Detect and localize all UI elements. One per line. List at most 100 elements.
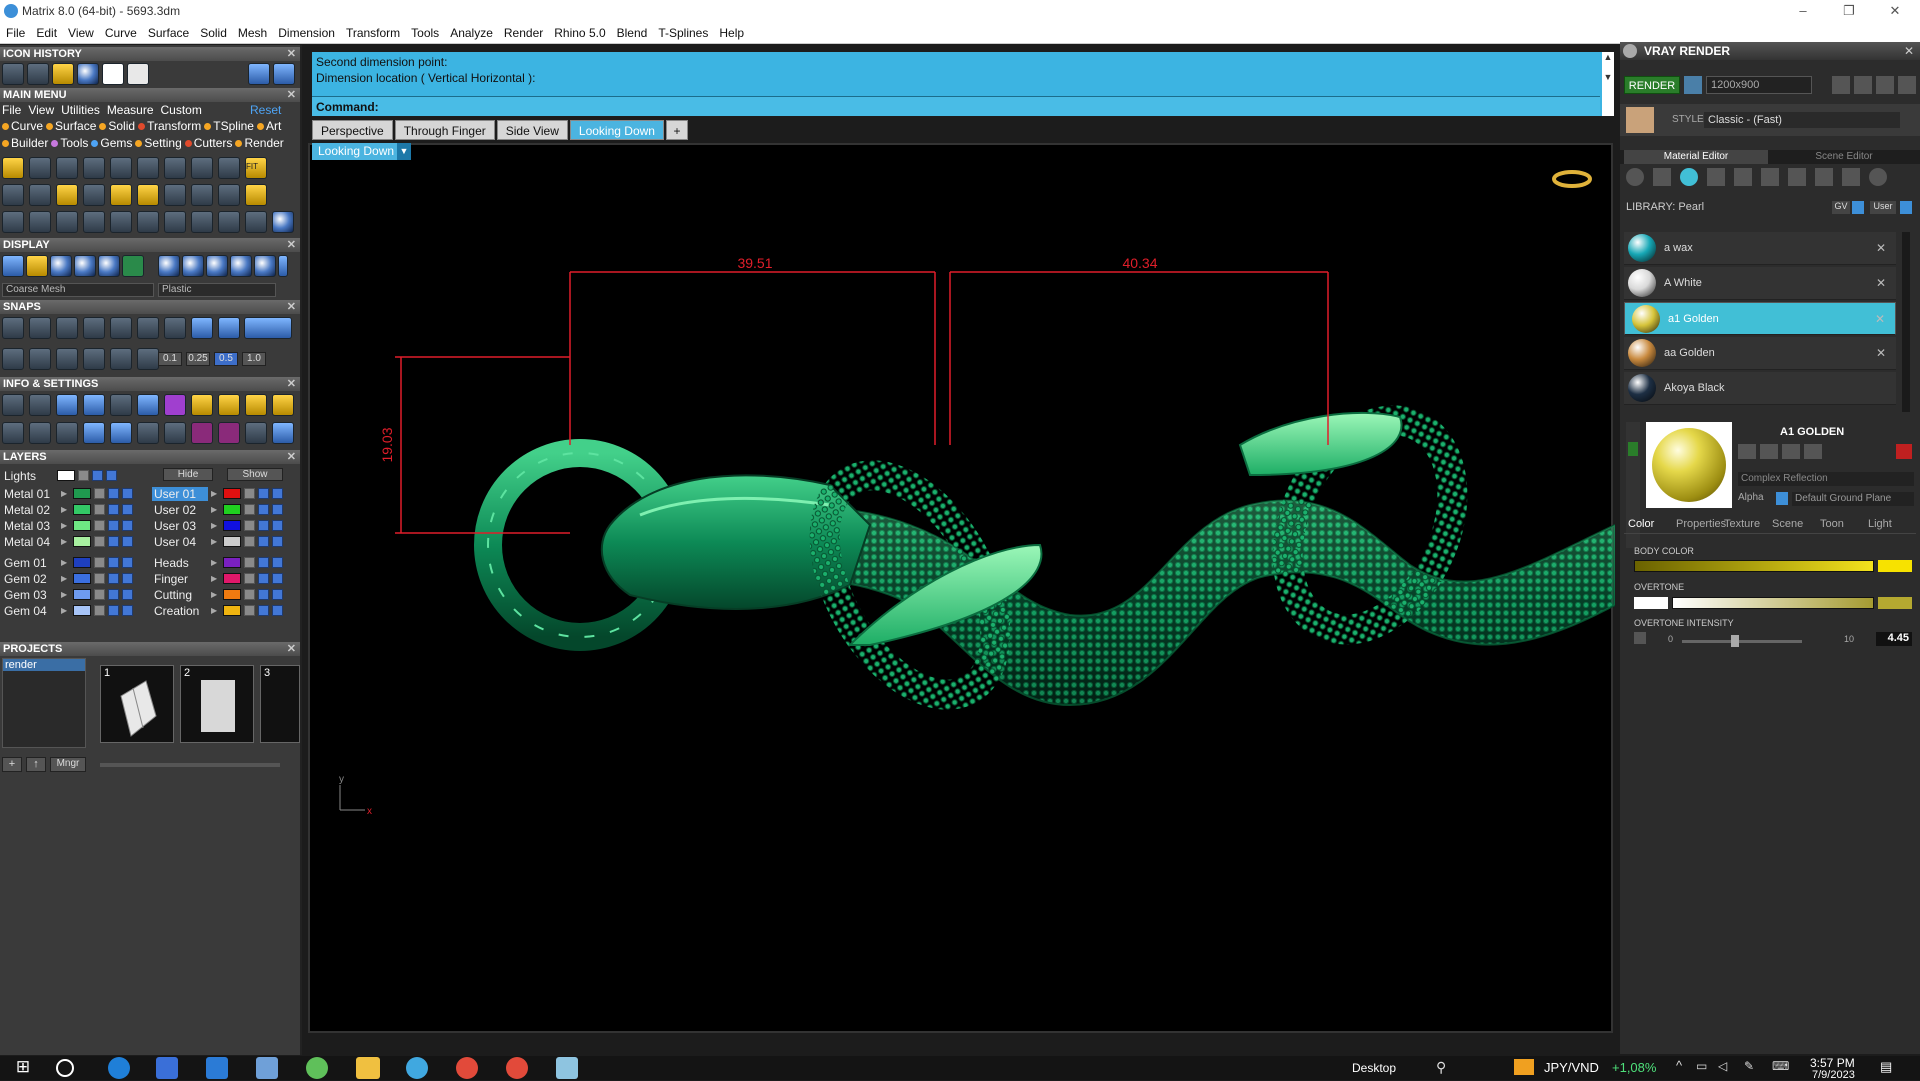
layer-color-swatch[interactable] [73,504,91,515]
bulb-icon[interactable] [272,504,283,515]
lock-icon[interactable] [94,520,105,531]
layer-color-swatch[interactable] [73,520,91,531]
freeform-curve-icon[interactable] [2,184,24,206]
history-record-icon[interactable] [137,348,159,370]
lib-toggle[interactable] [1900,201,1912,214]
grid-snap-icon[interactable] [2,348,24,370]
sphere-icon[interactable] [98,255,120,277]
search-icon[interactable] [56,1059,74,1077]
material-item[interactable]: aa Golden ✕ [1624,337,1896,370]
sphere-icon[interactable] [206,255,228,277]
array-icon[interactable] [2,211,24,233]
layer-name[interactable]: Creation [152,604,208,618]
layer-name[interactable]: Gem 04 [2,604,58,618]
render-button[interactable]: RENDER [1624,76,1680,94]
chrome-icon[interactable] [456,1057,478,1079]
sphere-icon[interactable] [158,255,180,277]
chevron-right-icon[interactable]: ▶ [211,489,220,498]
object-info-icon[interactable] [56,394,78,416]
layer-name[interactable]: Gem 02 [2,572,58,586]
copy-icon[interactable] [1782,444,1800,459]
snap-tan-icon[interactable] [191,317,213,339]
layer-color-swatch[interactable] [73,488,91,499]
overtone-slider[interactable] [1672,597,1874,609]
chevron-right-icon[interactable]: ▶ [61,606,70,615]
visible-icon[interactable] [108,573,119,584]
window-icon[interactable] [164,422,186,444]
osnap-icon[interactable] [56,348,78,370]
select-icon[interactable] [137,422,159,444]
close-icon[interactable]: ✕ [287,88,296,102]
scale-icon[interactable] [56,211,78,233]
chevron-right-icon[interactable]: ▶ [211,606,220,615]
ground-select[interactable]: Default Ground Plane [1792,492,1914,506]
arc-tool-icon[interactable] [191,157,213,179]
layer-name[interactable]: Heads [152,556,208,570]
sphere-icon[interactable] [254,255,276,277]
lock-icon[interactable] [94,573,105,584]
visible-icon[interactable] [258,557,269,568]
project-thumb[interactable]: 2 [180,665,254,743]
snap-perp-icon[interactable] [110,317,132,339]
thumb-scrollbar[interactable] [100,763,280,767]
edge-icon[interactable] [108,1057,130,1079]
mesh-select[interactable]: Coarse Mesh [2,283,154,297]
visible-icon[interactable] [258,589,269,600]
layout-icon[interactable] [218,394,240,416]
category-item[interactable]: Solid [99,119,135,133]
material-item[interactable]: a wax ✕ [1624,232,1896,265]
chrome-icon[interactable] [506,1057,528,1079]
layer-row[interactable]: Metal 03 ▶ [2,518,133,533]
flow-icon[interactable] [191,211,213,233]
network-icon[interactable]: ▭ [1696,1059,1707,1073]
lock-icon[interactable] [94,589,105,600]
viewport-icon[interactable] [29,422,51,444]
chevron-right-icon[interactable]: ▶ [211,521,220,530]
menu-item-mesh[interactable]: Mesh [238,26,267,40]
layer-row[interactable]: Gem 03 ▶ [2,587,133,602]
visible-icon[interactable] [258,573,269,584]
layout-icon[interactable] [272,394,294,416]
intensity-track[interactable] [1682,640,1802,643]
add-icon[interactable]: + [2,757,22,772]
snap-value-button[interactable]: 0.25 [186,352,210,366]
layer-row[interactable]: Finger ▶ [152,571,283,586]
diamond-icon[interactable] [1653,168,1671,186]
layout-icon[interactable] [191,394,213,416]
visible-icon[interactable] [108,589,119,600]
layer-name[interactable]: Metal 01 [2,487,58,501]
visible-icon[interactable] [108,520,119,531]
main-menu-item[interactable]: View [28,103,54,117]
leaf-icon[interactable] [1815,168,1833,186]
save-as-icon[interactable] [1760,444,1778,459]
rotate-icon[interactable] [29,211,51,233]
overtone-swatch[interactable] [1634,597,1668,609]
arc-tool-icon[interactable] [164,157,186,179]
close-icon[interactable]: ✕ [1876,241,1886,255]
layer-color-swatch[interactable] [73,589,91,600]
sphere-icon[interactable] [182,255,204,277]
layer-row[interactable]: Metal 04 ▶ [2,534,133,549]
view-selector[interactable]: Looking Down ▼ [312,143,411,160]
layer-name[interactable]: Finger [152,572,208,586]
menu-item-edit[interactable]: Edit [36,26,57,40]
chevron-right-icon[interactable]: ▶ [211,558,220,567]
chevron-right-icon[interactable]: ▶ [211,574,220,583]
cylinder-icon[interactable] [83,422,105,444]
render-icon[interactable] [272,422,294,444]
prop-tab-texture[interactable]: Texture [1724,518,1760,530]
bulb-icon[interactable] [272,589,283,600]
circle-tool-icon[interactable] [110,157,132,179]
notes-icon[interactable] [137,394,159,416]
lights-color[interactable] [57,470,75,481]
planar-icon[interactable] [29,348,51,370]
snap-mid-icon[interactable] [83,317,105,339]
notification-icon[interactable]: ▤ [1880,1059,1892,1075]
metal-icon[interactable] [1680,168,1698,186]
sweep-icon[interactable] [191,184,213,206]
snap-quad-icon[interactable] [164,317,186,339]
visible-icon[interactable] [108,605,119,616]
layer-name[interactable]: Metal 02 [2,503,58,517]
close-icon[interactable]: ✕ [287,47,296,61]
layer-row[interactable]: Gem 02 ▶ [2,571,133,586]
